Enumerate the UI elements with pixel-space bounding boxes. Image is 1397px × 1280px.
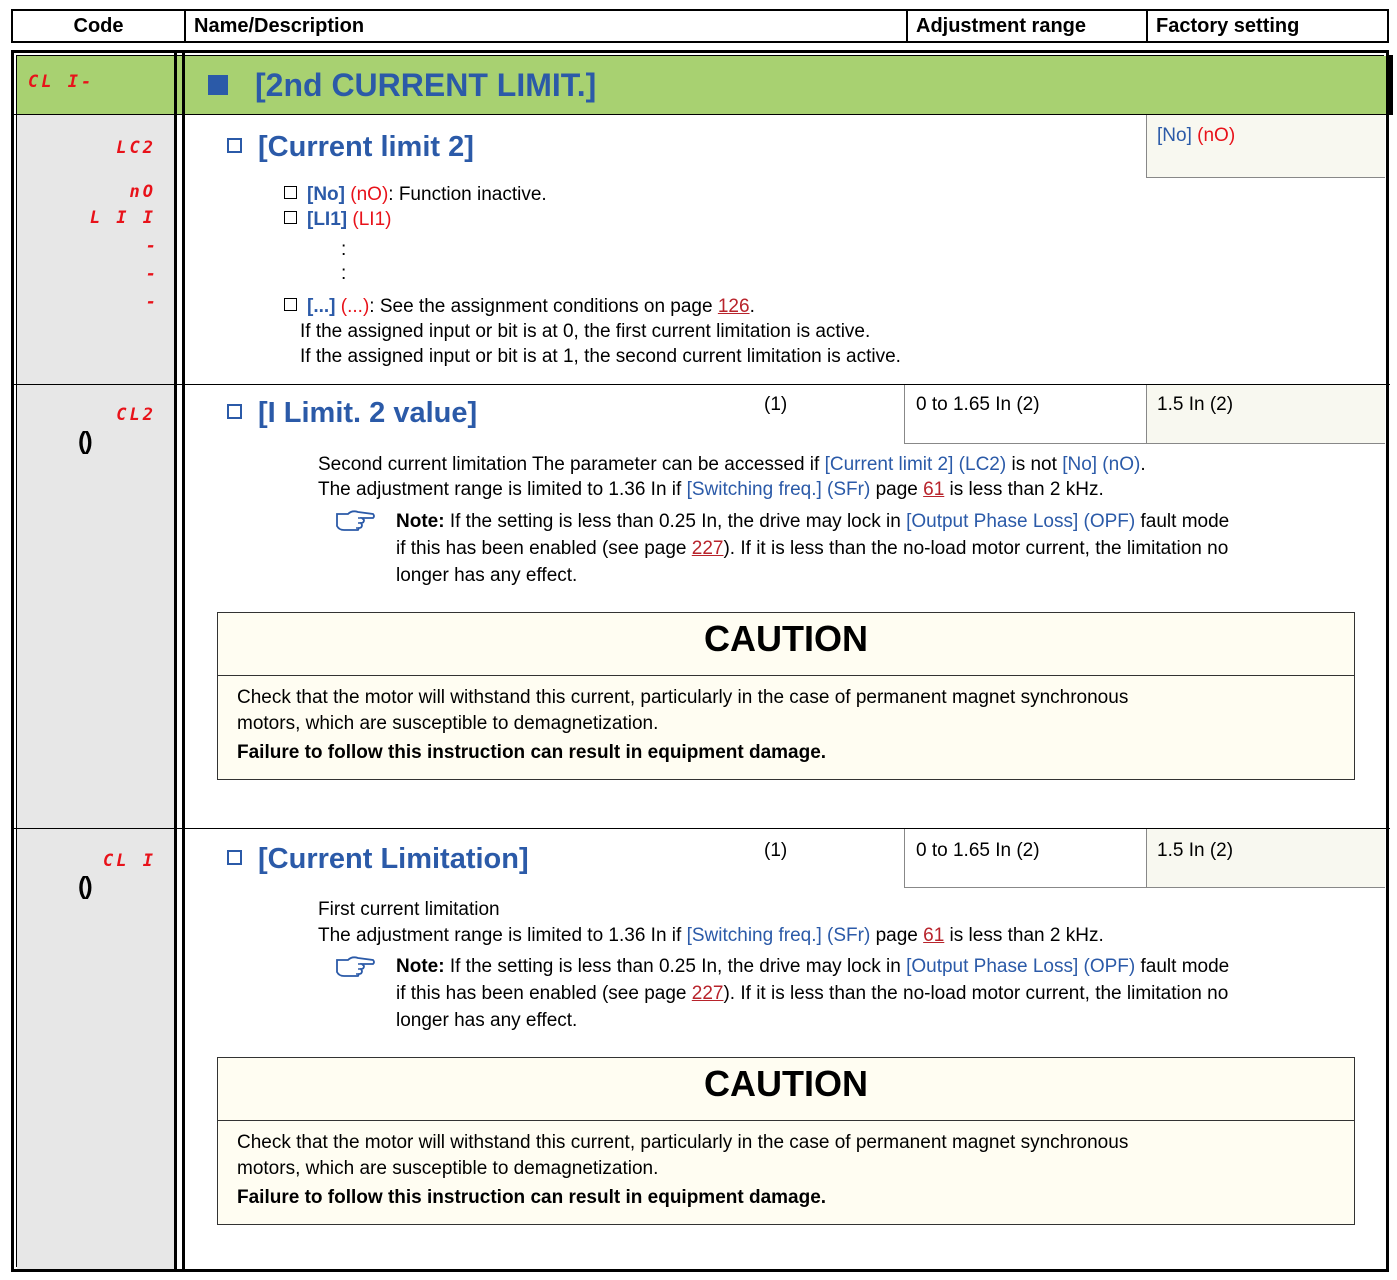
header-bottom-border — [11, 41, 1389, 43]
lc2-option-no: [No] (nO): Function inactive. — [284, 183, 547, 207]
cl2-note-line-3: longer has any effect. — [396, 565, 578, 586]
lc2-dots-2: : — [341, 263, 347, 284]
cl2-caution-divider — [217, 675, 1355, 676]
lc2-value-code-4: - — [145, 292, 159, 312]
cl2-factory: 1.5 In (2) — [1157, 394, 1234, 415]
cl2-param-name: [I Limit. 2 value] — [227, 397, 477, 430]
param-checkbox-icon — [227, 850, 242, 865]
cl2-desc: Second current limitation The parameter … — [318, 454, 1146, 475]
adjustable-icon: () — [78, 872, 93, 900]
code-col-rule-a — [174, 53, 177, 1271]
lc2-factory: [No] (nO) — [1157, 125, 1236, 146]
cl1-note-line-3: longer has any effect. — [396, 1010, 578, 1031]
param-checkbox-icon — [227, 138, 242, 153]
cl2-note-ref: (1) — [764, 394, 788, 415]
cl1-caution-divider — [217, 1120, 1355, 1121]
lc2-value-code-2: - — [145, 236, 159, 256]
cl1-note-ref: (1) — [764, 840, 788, 861]
cl1-caution-title: CAUTION — [704, 1063, 868, 1104]
note-hand-icon — [336, 956, 375, 977]
cl1-factory: 1.5 In (2) — [1157, 840, 1234, 861]
header-name: Name/Description — [194, 15, 365, 37]
cl1-adjustment: The adjustment range is limited to 1.36 … — [318, 925, 1104, 946]
cl2-range: 0 to 1.65 In (2) — [916, 394, 1040, 415]
cl1-name: [Current Limitation] — [258, 843, 529, 875]
cl1-note-line-2: if this has been enabled (see page 227).… — [396, 983, 1229, 1004]
header-factory: Factory setting — [1156, 15, 1300, 37]
menu-square-icon — [208, 75, 228, 95]
option-checkbox-icon — [284, 186, 297, 199]
cl2-adjustment: The adjustment range is limited to 1.36 … — [318, 479, 1104, 500]
cl2-caution-title: CAUTION — [704, 618, 868, 659]
table-inner-border-left — [16, 55, 17, 1267]
page-link-227[interactable]: 227 — [692, 538, 724, 559]
table-inner-border-top — [16, 55, 1384, 56]
option-checkbox-icon — [284, 298, 297, 311]
header-range: Adjustment range — [916, 15, 1087, 37]
lc2-value-code-3: - — [145, 264, 159, 284]
note-hand-icon — [336, 510, 375, 531]
page-link-61[interactable]: 61 — [923, 925, 944, 946]
lc2-param-name: [Current limit 2] — [227, 131, 474, 164]
code-col-rule-b — [182, 53, 185, 1271]
cl2-note-line-1: Note: If the setting is less than 0.25 I… — [396, 511, 1230, 532]
cl2-caution-line-2: motors, which are susceptible to demagne… — [237, 713, 659, 734]
lc2-value-code-1: L I I — [89, 208, 156, 228]
option-checkbox-icon — [284, 211, 297, 224]
cl1-param-name: [Current Limitation] — [227, 843, 529, 876]
cl1-caution-line-1: Check that the motor will withstand this… — [237, 1132, 1129, 1153]
cl1-code: CL I — [103, 851, 156, 871]
param-checkbox-icon — [227, 404, 242, 419]
cl1-range: 0 to 1.65 In (2) — [916, 840, 1040, 861]
header-div-2 — [906, 9, 908, 43]
table-right-edge — [1389, 55, 1393, 115]
lc2-name: [Current limit 2] — [258, 131, 474, 163]
lc2-code: LC2 — [116, 138, 156, 158]
cl2-name: [I Limit. 2 value] — [258, 397, 478, 429]
header-div-3 — [1146, 9, 1148, 43]
lc2-dots-1: : — [341, 239, 347, 260]
cl1-caution-line-2: motors, which are susceptible to demagne… — [237, 1158, 659, 1179]
page-link-126[interactable]: 126 — [718, 296, 750, 317]
lc2-option-more: [...] (...): See the assignment conditio… — [284, 295, 755, 319]
cl2-note-line-2: if this has been enabled (see page 227).… — [396, 538, 1229, 559]
page-link-61[interactable]: 61 — [923, 479, 944, 500]
menu-code: CL I- — [28, 72, 95, 92]
adjustable-icon: () — [78, 427, 93, 455]
menu-title: [2nd CURRENT LIMIT.] — [255, 67, 597, 103]
cl2-caution-line-1: Check that the motor will withstand this… — [237, 687, 1129, 708]
cl2-caution-warning: Failure to follow this instruction can r… — [237, 742, 827, 763]
cl1-desc: First current limitation — [318, 899, 500, 920]
lc2-line-1: If the assigned input or bit is at 0, th… — [300, 321, 871, 342]
lc2-line-2: If the assigned input or bit is at 1, th… — [300, 346, 901, 367]
cl1-note-line-1: Note: If the setting is less than 0.25 I… — [396, 956, 1230, 977]
lc2-value-code-0: nO — [129, 182, 156, 202]
header-right-border — [1387, 9, 1389, 43]
header-code: Code — [73, 15, 124, 37]
cl2-code: CL2 — [116, 405, 156, 425]
page-link-227[interactable]: 227 — [692, 983, 724, 1004]
cl1-caution-warning: Failure to follow this instruction can r… — [237, 1187, 827, 1208]
header-div-1 — [184, 9, 186, 43]
lc2-option-li1: [LI1] (LI1) — [284, 208, 391, 232]
